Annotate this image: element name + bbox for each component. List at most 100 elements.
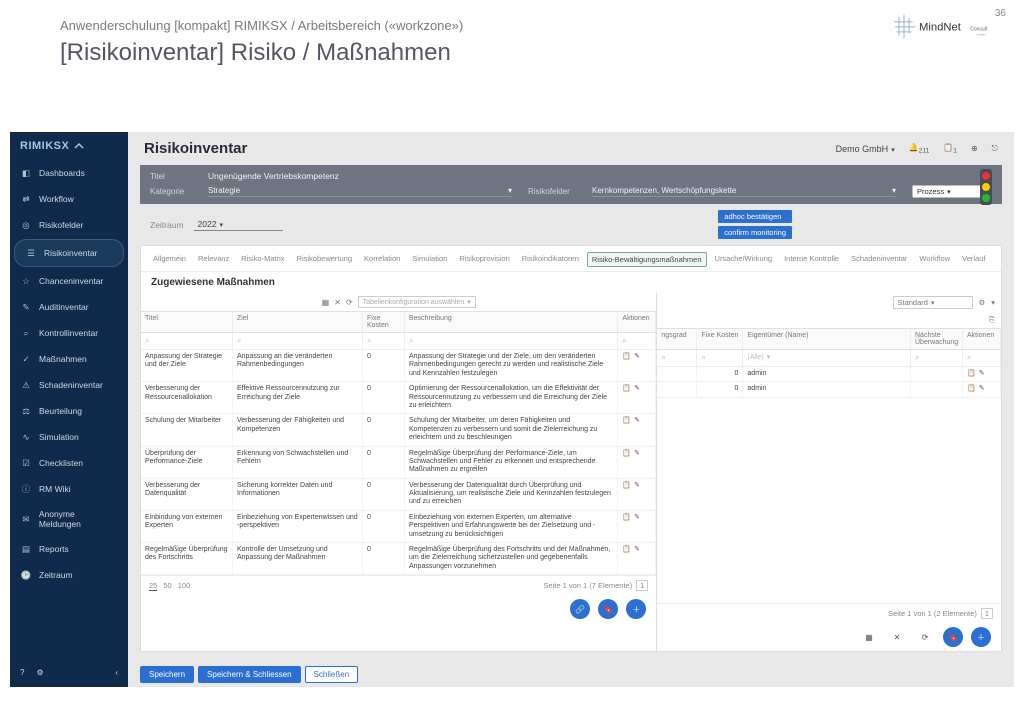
tab-11[interactable]: Schadeninventar bbox=[847, 252, 911, 267]
collapse-icon[interactable]: ‹ bbox=[115, 668, 118, 677]
tab-0[interactable]: Allgemein bbox=[149, 252, 190, 267]
sidebar-item-measures[interactable]: ✓Maßnahmen bbox=[10, 346, 128, 372]
settings-icon[interactable]: ⚙ bbox=[36, 668, 43, 677]
tab-4[interactable]: Korrelation bbox=[360, 252, 404, 267]
row-copy-icon[interactable]: 📋 bbox=[622, 353, 631, 378]
col-header[interactable]: Aktionen bbox=[618, 312, 656, 332]
col-filter[interactable] bbox=[618, 333, 656, 349]
sidebar-item-risk[interactable]: ◎Risikofelder bbox=[10, 212, 128, 238]
row-copy-icon[interactable]: 📋 bbox=[622, 417, 631, 442]
sidebar-item-period[interactable]: 🕑Zeitraum bbox=[10, 562, 128, 588]
col-header[interactable]: Ziel bbox=[233, 312, 363, 332]
sidebar-item-dashboard[interactable]: ◧Dashboards bbox=[10, 160, 128, 186]
standard-select[interactable]: Standard bbox=[893, 296, 973, 309]
period-select[interactable]: 2022 bbox=[194, 219, 283, 231]
sidebar-item-wiki[interactable]: ⓘRM Wiki bbox=[10, 476, 128, 502]
col-header[interactable]: Fixe Kosten bbox=[363, 312, 405, 332]
sidebar-item-damage[interactable]: ⚠Schadeninventar bbox=[10, 372, 128, 398]
gear-icon[interactable]: ⚙ bbox=[979, 298, 986, 307]
confirm-monitoring-button[interactable]: confirm monitoring bbox=[718, 226, 792, 239]
row-copy-icon[interactable]: 📋 bbox=[622, 385, 631, 410]
row-copy-icon[interactable]: 📋 bbox=[622, 450, 631, 475]
grid-toggle-icon[interactable]: ▦ bbox=[859, 627, 879, 647]
tag-button[interactable]: 🔖 bbox=[598, 599, 618, 619]
tab-13[interactable]: Verlauf bbox=[958, 252, 989, 267]
tab-1[interactable]: Relevanz bbox=[194, 252, 233, 267]
riskfield-select[interactable]: Kernkompetenzen, Wertschöpfungskette▾ bbox=[592, 186, 896, 197]
row-edit-icon[interactable]: ✎ bbox=[634, 385, 640, 410]
col-header-r[interactable]: Fixe Kosten bbox=[697, 329, 743, 349]
grid-icon[interactable]: ▦ bbox=[322, 298, 330, 307]
col-filter-r[interactable] bbox=[697, 350, 743, 366]
col-header-r[interactable]: Aktionen bbox=[963, 329, 1001, 349]
sidebar-item-chance[interactable]: ☆Chanceninventar bbox=[10, 268, 128, 294]
row-edit-icon[interactable]: ✎ bbox=[634, 482, 640, 507]
save-close-button[interactable]: Speichern & Schliessen bbox=[198, 666, 301, 683]
close-button[interactable]: Schließen bbox=[305, 666, 359, 683]
add-right-button[interactable]: ＋ bbox=[971, 627, 991, 647]
sidebar-item-assess[interactable]: ⚖Beurteilung bbox=[10, 398, 128, 424]
company-selector[interactable]: Demo GmbH bbox=[836, 144, 895, 154]
sidebar-item-sim[interactable]: ∿Simulation bbox=[10, 424, 128, 450]
notifications-icon[interactable]: 🔔211 bbox=[909, 143, 930, 155]
page-size-50[interactable]: 50 bbox=[163, 581, 171, 590]
row-edit-icon[interactable]: ✎ bbox=[634, 546, 640, 571]
help-icon[interactable]: ? bbox=[20, 668, 24, 677]
refresh-icon[interactable]: ⟳ bbox=[346, 298, 353, 307]
tab-10[interactable]: Interne Kontrolle bbox=[780, 252, 843, 267]
sidebar-item-control[interactable]: ⌕Kontrollinventar bbox=[10, 320, 128, 346]
tab-8[interactable]: Risiko-Bewältigungsmaßnahmen bbox=[587, 252, 707, 267]
logout-icon[interactable]: ⎋ bbox=[992, 144, 998, 154]
sidebar-item-check[interactable]: ☑Checklisten bbox=[10, 450, 128, 476]
tab-12[interactable]: Workflow bbox=[915, 252, 954, 267]
col-filter[interactable] bbox=[405, 333, 618, 349]
tasks-icon[interactable]: 📋1 bbox=[943, 143, 957, 155]
pager-page-right[interactable]: 1 bbox=[981, 608, 993, 619]
tab-6[interactable]: Risikoprovision bbox=[455, 252, 513, 267]
sidebar-item-reports[interactable]: ▤Reports bbox=[10, 536, 128, 562]
sidebar-item-audit[interactable]: ✎Auditinventar bbox=[10, 294, 128, 320]
table-config-select[interactable]: Tabellenkonfiguration auswählen bbox=[358, 296, 476, 308]
sidebar-item-workflow[interactable]: ⇄Workflow bbox=[10, 186, 128, 212]
col-filter-r[interactable] bbox=[911, 350, 963, 366]
row-copy-icon[interactable]: 📋 bbox=[622, 546, 631, 571]
row-copy-icon[interactable]: 📋 bbox=[967, 370, 976, 378]
tab-9[interactable]: Ursache/Wirkung bbox=[711, 252, 777, 267]
row-edit-icon[interactable]: ✎ bbox=[634, 514, 640, 539]
link-button[interactable]: 🔗 bbox=[570, 599, 590, 619]
row-edit-icon[interactable]: ✎ bbox=[979, 385, 985, 393]
org-icon[interactable]: ⊕ bbox=[971, 144, 978, 153]
page-size-100[interactable]: 100 bbox=[178, 581, 191, 590]
col-filter-r[interactable] bbox=[657, 350, 697, 366]
row-edit-icon[interactable]: ✎ bbox=[634, 353, 640, 378]
tab-2[interactable]: Risiko-Matrix bbox=[237, 252, 288, 267]
col-filter[interactable] bbox=[233, 333, 363, 349]
col-filter[interactable] bbox=[141, 333, 233, 349]
row-edit-icon[interactable]: ✎ bbox=[979, 370, 985, 378]
col-header-r[interactable]: Eigentümer (Name) bbox=[743, 329, 911, 349]
add-button[interactable]: ＋ bbox=[626, 599, 646, 619]
row-edit-icon[interactable]: ✎ bbox=[634, 417, 640, 442]
category-select[interactable]: Strategie▾ bbox=[208, 186, 512, 197]
row-edit-icon[interactable]: ✎ bbox=[634, 450, 640, 475]
col-filter[interactable] bbox=[363, 333, 405, 349]
col-filter-r[interactable]: (Alle) bbox=[743, 350, 911, 366]
sidebar-item-inventory[interactable]: ☰Risikoinventar bbox=[14, 239, 124, 267]
tag-right-button[interactable]: 🔖 bbox=[943, 627, 963, 647]
col-header[interactable]: Titel bbox=[141, 312, 233, 332]
row-copy-icon[interactable]: 📋 bbox=[622, 514, 631, 539]
col-header-r[interactable]: Nächste Überwachung bbox=[911, 329, 963, 349]
col-filter-r[interactable] bbox=[963, 350, 1001, 366]
tab-5[interactable]: Simulation bbox=[408, 252, 451, 267]
close-icon[interactable]: ✕ bbox=[887, 627, 907, 647]
row-copy-icon[interactable]: 📋 bbox=[967, 385, 976, 393]
col-header[interactable]: Beschreibung bbox=[405, 312, 618, 332]
pager-page[interactable]: 1 bbox=[636, 580, 648, 591]
sidebar-item-anon[interactable]: ✉Anonyme Meldungen bbox=[10, 502, 128, 536]
close-grid-icon[interactable]: ✕ bbox=[334, 298, 341, 307]
page-size-25[interactable]: 25 bbox=[149, 581, 157, 591]
adhoc-confirm-button[interactable]: adhoc bestätigen bbox=[718, 210, 792, 223]
refresh-right-icon[interactable]: ⟳ bbox=[915, 627, 935, 647]
tab-7[interactable]: Risikoindikatoren bbox=[518, 252, 583, 267]
export-icon[interactable]: ⎘ bbox=[989, 315, 995, 325]
